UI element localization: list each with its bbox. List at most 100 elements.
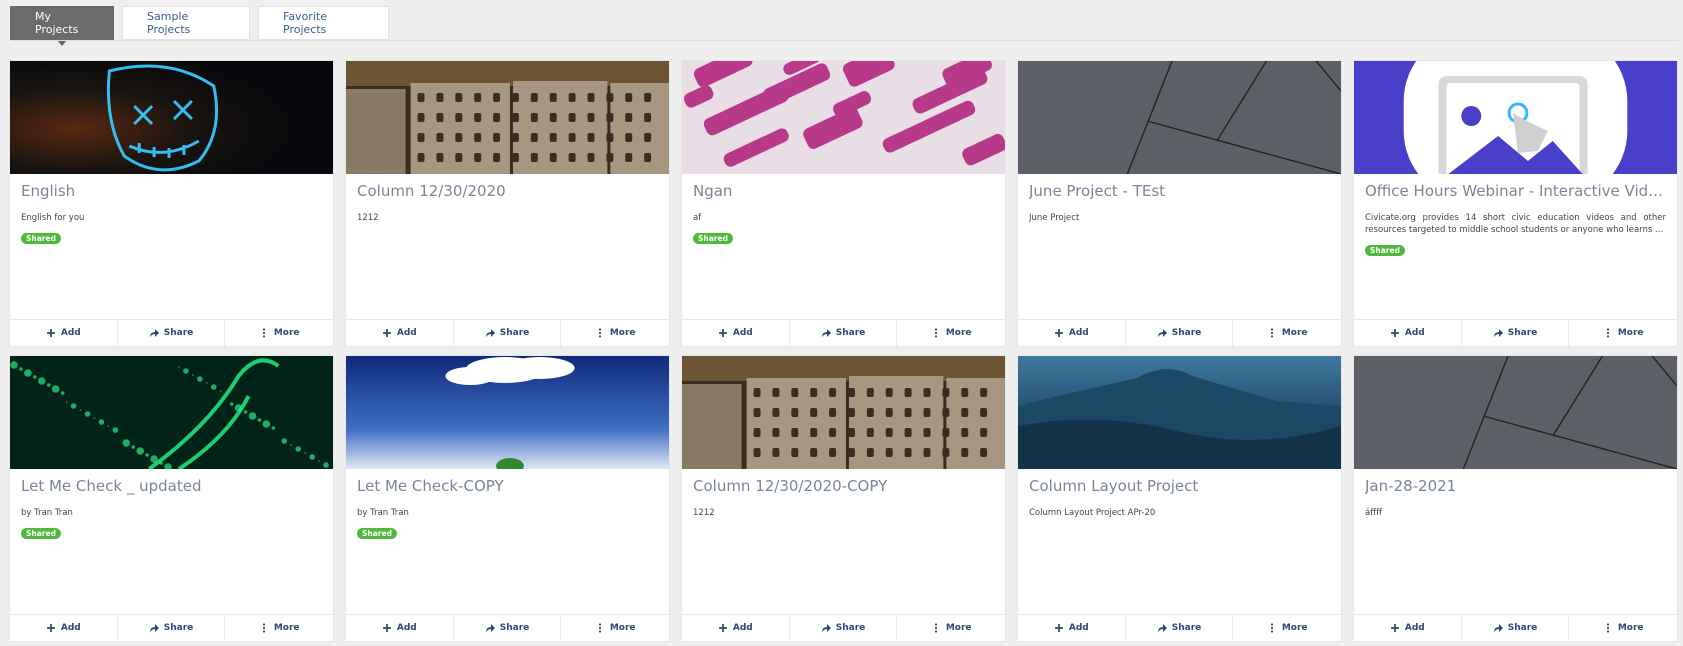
project-title[interactable]: Let Me Check _ updated (21, 476, 322, 496)
project-thumbnail[interactable] (10, 356, 333, 469)
add-button[interactable]: Add (1354, 615, 1462, 641)
project-card[interactable]: Let Me Check-COPY by Tran Tran Shared Ad… (345, 355, 670, 642)
project-thumbnail[interactable] (1018, 61, 1341, 174)
project-thumbnail[interactable] (1354, 61, 1677, 174)
project-card[interactable]: Office Hours Webinar - Interactive Video… (1353, 60, 1678, 347)
tab-my-projects[interactable]: My Projects (10, 6, 114, 46)
project-thumbnail[interactable] (1354, 356, 1677, 469)
add-label: Add (1068, 623, 1089, 633)
project-thumbnail[interactable] (10, 61, 333, 174)
more-button[interactable]: More (561, 320, 669, 346)
project-description: June Project (1029, 213, 1080, 223)
more-label: More (273, 328, 300, 338)
project-thumbnail[interactable] (682, 356, 1005, 469)
share-button[interactable]: Share (1126, 320, 1234, 346)
project-card-body: Office Hours Webinar - Interactive Video… (1354, 174, 1677, 257)
share-button[interactable]: Share (790, 320, 898, 346)
share-button[interactable]: Share (118, 320, 226, 346)
project-card[interactable]: Let Me Check _ updated by Tran Tran Shar… (9, 355, 334, 642)
project-title[interactable]: Let Me Check-COPY (357, 476, 658, 496)
add-button[interactable]: Add (346, 320, 454, 346)
project-title[interactable]: English (21, 181, 322, 201)
more-label: More (609, 328, 636, 338)
share-icon (149, 622, 159, 634)
more-button[interactable]: More (1233, 320, 1341, 346)
more-label: More (1281, 623, 1308, 633)
add-button[interactable]: Add (1354, 320, 1462, 346)
project-card-body: Let Me Check-COPY by Tran Tran Shared (346, 469, 669, 540)
share-button[interactable]: Share (1462, 320, 1570, 346)
project-description: 1212 (357, 213, 379, 223)
share-label: Share (1171, 328, 1202, 338)
project-description: by Tran Tran (357, 508, 409, 518)
more-button[interactable]: More (1569, 320, 1677, 346)
project-tabs: My Projects Sample Projects Favorite Pro… (10, 6, 389, 46)
add-button[interactable]: Add (10, 615, 118, 641)
share-button[interactable]: Share (1126, 615, 1234, 641)
add-button[interactable]: Add (346, 615, 454, 641)
project-title[interactable]: Office Hours Webinar - Interactive Video (1365, 181, 1666, 201)
project-actions: Add Share More (1018, 319, 1341, 346)
tabs-divider (10, 40, 1679, 41)
project-actions: Add Share More (10, 319, 333, 346)
project-thumbnail[interactable] (346, 61, 669, 174)
plus-icon (46, 622, 56, 634)
add-button[interactable]: Add (682, 615, 790, 641)
add-label: Add (1068, 328, 1089, 338)
add-button[interactable]: Add (1018, 320, 1126, 346)
project-card[interactable]: Jan-28-2021 áffff Add Share More (1353, 355, 1678, 642)
add-label: Add (60, 623, 81, 633)
project-card[interactable]: Column 12/30/2020-COPY 1212 Add Share Mo… (681, 355, 1006, 642)
shared-badge: Shared (693, 233, 733, 244)
add-button[interactable]: Add (10, 320, 118, 346)
share-label: Share (163, 623, 194, 633)
share-button[interactable]: Share (1462, 615, 1570, 641)
more-label: More (1617, 328, 1644, 338)
project-actions: Add Share More (1354, 319, 1677, 346)
share-button[interactable]: Share (118, 615, 226, 641)
add-button[interactable]: Add (1018, 615, 1126, 641)
project-actions: Add Share More (10, 614, 333, 641)
project-title[interactable]: June Project - TEst (1029, 181, 1330, 201)
share-button[interactable]: Share (790, 615, 898, 641)
project-card-body: English English for you Shared (10, 174, 333, 245)
project-thumbnail[interactable] (346, 356, 669, 469)
more-button[interactable]: More (897, 320, 1005, 346)
share-icon (821, 622, 831, 634)
more-label: More (1617, 623, 1644, 633)
project-title[interactable]: Column 12/30/2020-COPY (693, 476, 994, 496)
project-title[interactable]: Ngan (693, 181, 994, 201)
project-title[interactable]: Jan-28-2021 (1365, 476, 1666, 496)
project-card[interactable]: June Project - TEst June Project Add Sha… (1017, 60, 1342, 347)
project-card-body: June Project - TEst June Project (1018, 174, 1341, 224)
project-card[interactable]: Column 12/30/2020 1212 Add Share More (345, 60, 670, 347)
share-icon (1157, 327, 1167, 339)
share-button[interactable]: Share (454, 320, 562, 346)
share-icon (1157, 622, 1167, 634)
more-vertical-icon (259, 622, 269, 634)
more-button[interactable]: More (225, 615, 333, 641)
tab-favorite-projects[interactable]: Favorite Projects (258, 6, 389, 40)
project-card[interactable]: Column Layout Project Column Layout Proj… (1017, 355, 1342, 642)
share-label: Share (499, 328, 530, 338)
more-button[interactable]: More (1569, 615, 1677, 641)
project-card[interactable]: Ngan af Shared Add Share More (681, 60, 1006, 347)
project-title[interactable]: Column Layout Project (1029, 476, 1330, 496)
tab-sample-projects[interactable]: Sample Projects (122, 6, 250, 40)
project-card-body: Column 12/30/2020-COPY 1212 (682, 469, 1005, 519)
more-button[interactable]: More (897, 615, 1005, 641)
share-button[interactable]: Share (454, 615, 562, 641)
add-label: Add (1404, 623, 1425, 633)
project-description: Column Layout Project APr-20 (1029, 508, 1156, 518)
share-icon (821, 327, 831, 339)
add-button[interactable]: Add (682, 320, 790, 346)
more-button[interactable]: More (225, 320, 333, 346)
more-button[interactable]: More (561, 615, 669, 641)
more-button[interactable]: More (1233, 615, 1341, 641)
project-title[interactable]: Column 12/30/2020 (357, 181, 658, 201)
project-thumbnail[interactable] (682, 61, 1005, 174)
share-label: Share (163, 328, 194, 338)
project-description: 1212 (693, 508, 715, 518)
project-card[interactable]: English English for you Shared Add Share… (9, 60, 334, 347)
project-thumbnail[interactable] (1018, 356, 1341, 469)
